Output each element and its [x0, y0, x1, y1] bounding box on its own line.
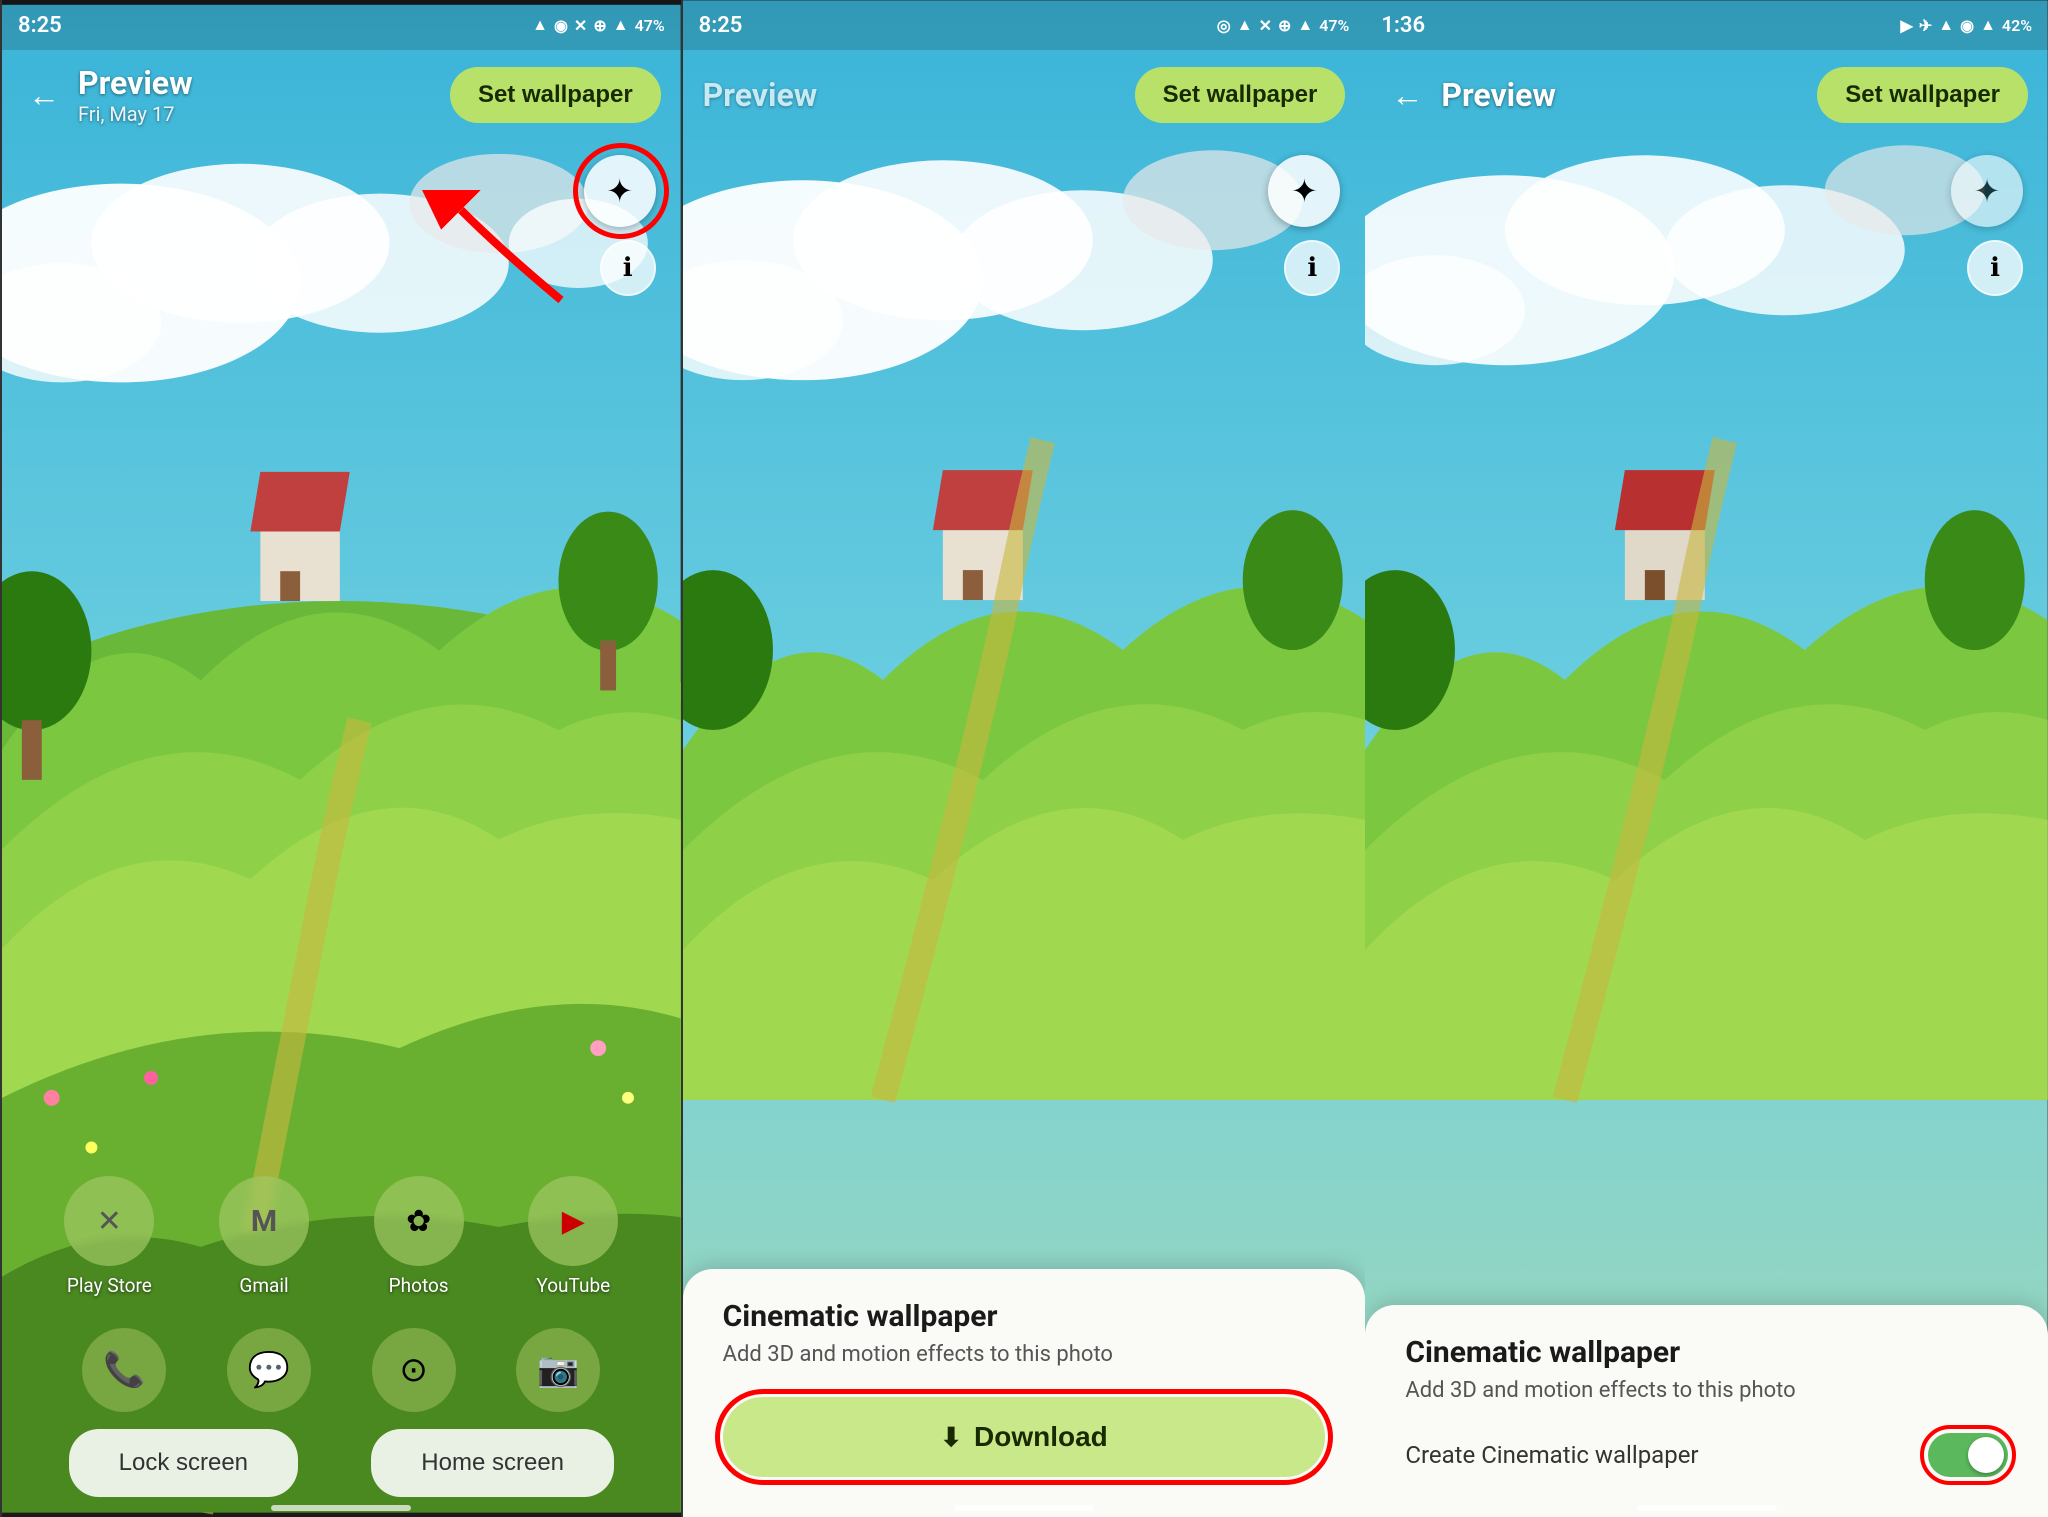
home-indicator-3: [1637, 1505, 1777, 1511]
youtube-icon: ▶: [562, 1204, 585, 1239]
phone-panel-3: 1:36 ▶ ✈ ▲ ◉ ▲ 42% ← Preview Set wallpap…: [1365, 0, 2048, 1517]
clip-icon-2: ⊕: [1278, 16, 1291, 35]
dock-chrome[interactable]: ⊙: [372, 1328, 456, 1412]
download-label: Download: [974, 1421, 1108, 1453]
toggle-wrapper: [1928, 1433, 2008, 1477]
play-icon-3: ▶: [1901, 16, 1913, 35]
home-indicator-2: [954, 1505, 1094, 1511]
sheet-title-3: Cinematic wallpaper: [1405, 1335, 2008, 1370]
playstore-icon: ✕: [97, 1204, 122, 1239]
wifi-icon-2: ▲: [1237, 15, 1253, 35]
insta-icon-3: ◉: [1960, 16, 1974, 35]
dock-phone[interactable]: 📞: [82, 1328, 166, 1412]
app-icon-playstore[interactable]: ✕ Play Store: [64, 1176, 154, 1297]
nav-icon-1: ▲: [532, 15, 548, 35]
app-icons-row-1: ✕ Play Store M Gmail ✿ Photos ▶ YouTube: [2, 1176, 681, 1297]
sheet-desc-3: Add 3D and motion effects to this photo: [1405, 1378, 2008, 1403]
set-wallpaper-button-3[interactable]: Set wallpaper: [1817, 67, 2028, 123]
status-time-1: 8:25: [18, 13, 62, 38]
photos-icon-circle: ✿: [374, 1176, 464, 1266]
set-wallpaper-button-2[interactable]: Set wallpaper: [1135, 67, 1346, 123]
app-icon-youtube[interactable]: ▶ YouTube: [528, 1176, 618, 1297]
home-indicator-1: [271, 1505, 411, 1511]
phone-panel-1: 8:25 ▲ ◉ ✕ ⊕ ▲ 47% ← Preview Fri, May 17…: [0, 0, 683, 1517]
time-2: 8:25: [699, 13, 743, 38]
dock-row-1: 📞 💬 ⊙ 📷: [2, 1328, 681, 1412]
red-arrow-1: [421, 190, 581, 320]
nav-title-1: Preview: [78, 64, 193, 102]
status-bar-2: 8:25 ◎ ▲ ✕ ⊕ ▲ 47%: [683, 0, 1366, 50]
status-bar-3: 1:36 ▶ ✈ ▲ ◉ ▲ 42%: [1365, 0, 2048, 50]
toggle-knob: [1968, 1437, 2004, 1473]
cinematic-toggle[interactable]: [1928, 1433, 2008, 1477]
x-icon-2: ✕: [1259, 16, 1272, 35]
dock-chat[interactable]: 💬: [227, 1328, 311, 1412]
top-nav-1: ← Preview Fri, May 17 Set wallpaper: [2, 50, 681, 140]
bell-icon-3: ▲: [1980, 15, 1996, 35]
sheet-title-2: Cinematic wallpaper: [723, 1299, 1326, 1334]
download-icon: ⬇: [940, 1422, 962, 1453]
status-icons-1: ▲ ◉ ✕ ⊕ ▲ 47%: [532, 15, 665, 35]
info-button-3[interactable]: ℹ: [1967, 240, 2023, 296]
download-button[interactable]: ⬇ Download: [723, 1397, 1326, 1477]
download-btn-wrapper: ⬇ Download: [723, 1397, 1326, 1477]
set-wallpaper-button-1[interactable]: Set wallpaper: [450, 67, 661, 123]
nav-icon-2: ◎: [1217, 16, 1231, 35]
bottom-sheet-3: Cinematic wallpaper Add 3D and motion ef…: [1365, 1305, 2048, 1517]
info-button-2[interactable]: ℹ: [1284, 240, 1340, 296]
dock-camera[interactable]: 📷: [516, 1328, 600, 1412]
sheet-desc-2: Add 3D and motion effects to this photo: [723, 1342, 1326, 1367]
insta-icon-1: ◉: [554, 16, 568, 35]
back-button-3[interactable]: ←: [1385, 73, 1429, 117]
photos-label: Photos: [389, 1274, 449, 1297]
app-icon-photos[interactable]: ✿ Photos: [374, 1176, 464, 1297]
home-screen-button[interactable]: Home screen: [371, 1429, 614, 1497]
status-bar-1: 8:25 ▲ ◉ ✕ ⊕ ▲ 47%: [2, 0, 681, 50]
time-3: 1:36: [1381, 13, 1425, 38]
toggle-row: Create Cinematic wallpaper: [1405, 1433, 2008, 1477]
playstore-icon-circle: ✕: [64, 1176, 154, 1266]
sig-icon-2: ▲: [1297, 15, 1313, 35]
clip-icon-1: ⊕: [593, 16, 606, 35]
battery-icon-1: 47%: [635, 16, 665, 35]
photos-icon: ✿: [406, 1204, 431, 1239]
playstore-label: Play Store: [67, 1274, 152, 1297]
gmail-label: Gmail: [239, 1274, 288, 1297]
lock-screen-button[interactable]: Lock screen: [69, 1429, 298, 1497]
loc-icon-3: ✈: [1919, 16, 1932, 35]
red-circle-highlight-1: [573, 143, 669, 239]
nav-icon-3: ▲: [1938, 15, 1954, 35]
youtube-label: YouTube: [536, 1274, 610, 1297]
wifi-icon-1: ▲: [613, 15, 629, 35]
sparkle-button-3[interactable]: ✦: [1951, 155, 2023, 227]
bottom-sheet-2: Cinematic wallpaper Add 3D and motion ef…: [683, 1269, 1366, 1517]
x-icon-1: ✕: [574, 16, 587, 35]
top-nav-3: ← Preview Set wallpaper: [1365, 50, 2048, 140]
gmail-icon: M: [251, 1204, 277, 1239]
back-button-1[interactable]: ←: [22, 73, 66, 117]
time-1: 8:25: [18, 13, 62, 38]
phone-panel-2: 8:25 ◎ ▲ ✕ ⊕ ▲ 47% Preview Set wallpaper…: [683, 0, 1366, 1517]
nav-title-2: Preview: [703, 76, 818, 114]
app-icon-gmail[interactable]: M Gmail: [219, 1176, 309, 1297]
info-button-1[interactable]: ℹ: [600, 240, 656, 296]
gmail-icon-circle: M: [219, 1176, 309, 1266]
nav-title-3: Preview: [1441, 76, 1556, 114]
sparkle-button-2[interactable]: ✦: [1268, 155, 1340, 227]
bottom-buttons-1: Lock screen Home screen: [2, 1429, 681, 1497]
battery-icon-3: 42%: [2002, 16, 2032, 35]
youtube-icon-circle: ▶: [528, 1176, 618, 1266]
top-nav-2: Preview Set wallpaper: [683, 50, 1366, 140]
battery-icon-2: 47%: [1319, 16, 1349, 35]
toggle-label: Create Cinematic wallpaper: [1405, 1441, 1698, 1469]
nav-subtitle-1: Fri, May 17: [78, 102, 193, 126]
